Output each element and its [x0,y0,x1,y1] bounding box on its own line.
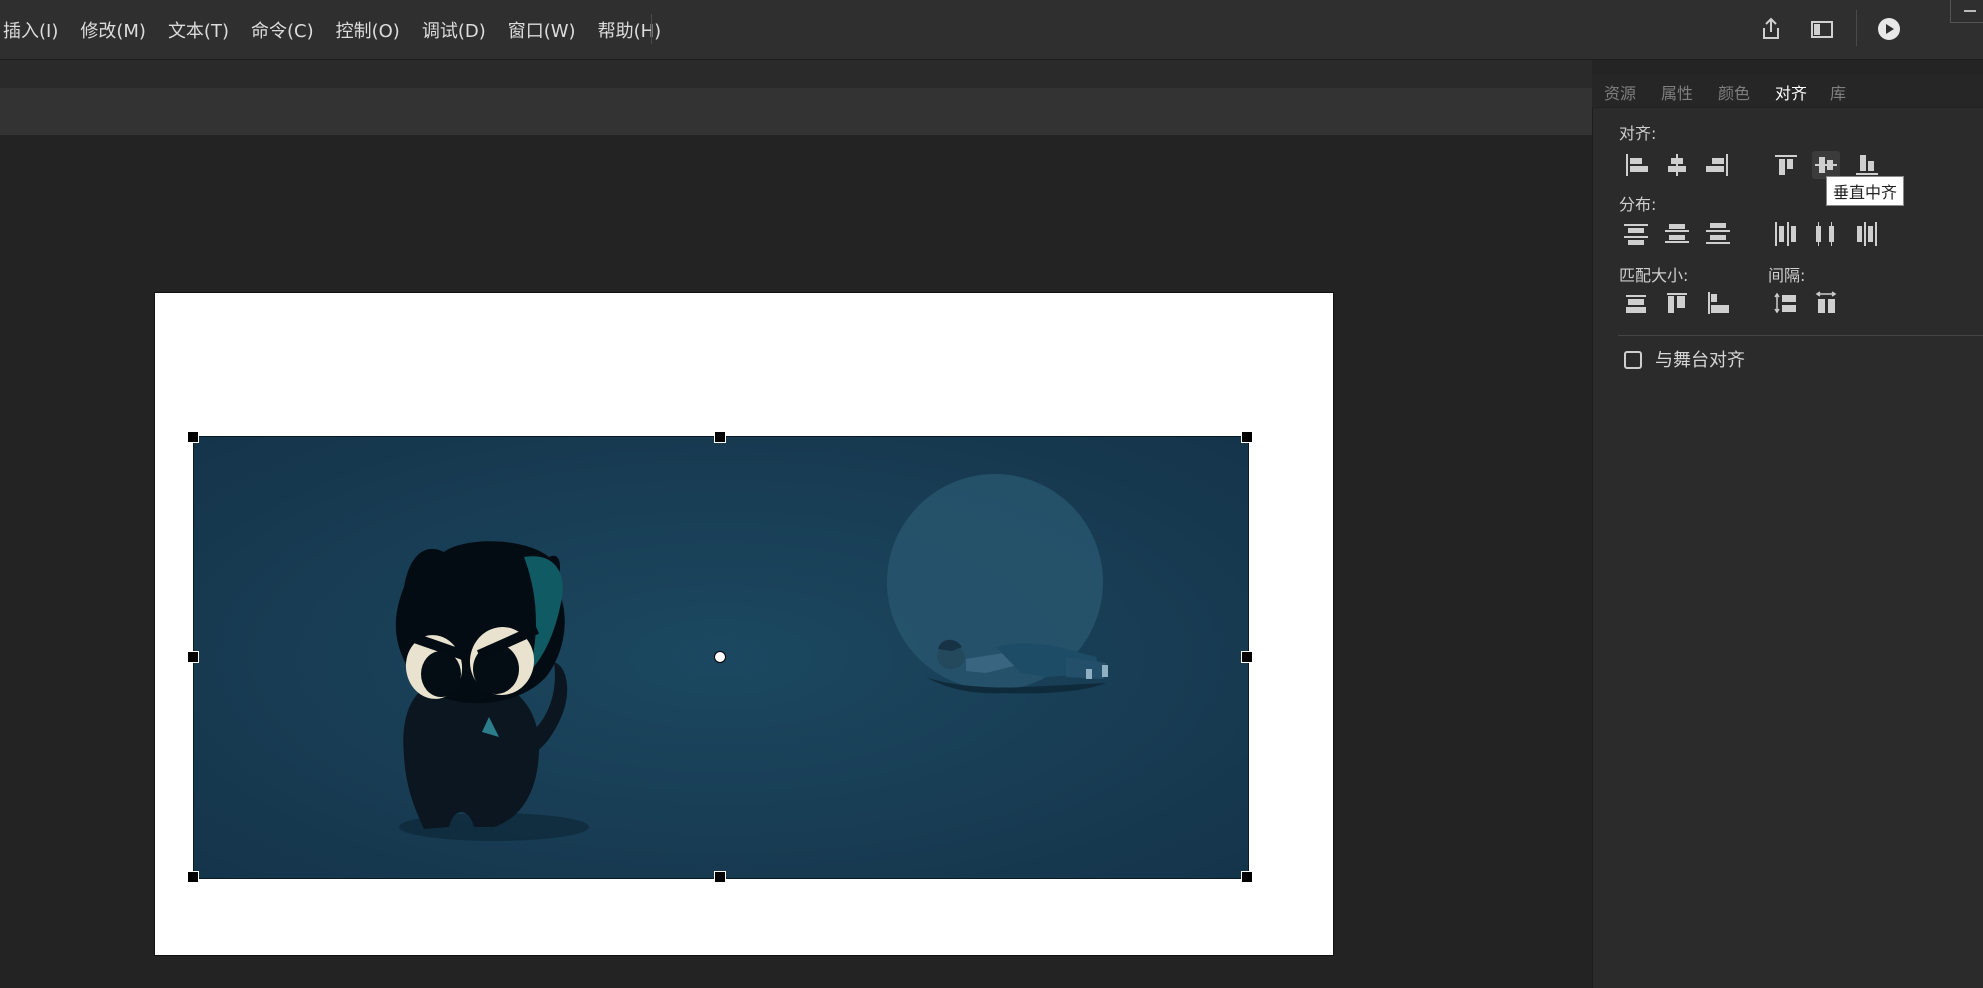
menu-help[interactable]: 帮助(H) [587,17,673,43]
tab-library[interactable]: 库 [1830,80,1846,104]
menu-command[interactable]: 命令(C) [240,17,325,43]
toolbar-separator [1856,10,1857,46]
distribute-left-icon[interactable] [1772,220,1800,248]
align-label: 对齐: [1619,124,1657,143]
distribute-label: 分布: [1619,195,1657,214]
menu-insert[interactable]: 插入(I) [0,17,69,43]
resize-handle-bottom-left[interactable] [187,871,199,883]
match-size-label: 匹配大小: [1619,266,1689,285]
edit-bar [0,88,1592,135]
space-vertical-icon[interactable] [1772,289,1800,317]
align-vertical-center-icon[interactable] [1812,151,1840,179]
menu-bar: 插入(I) 修改(M) 文本(T) 命令(C) 控制(O) 调试(D) 窗口(W… [0,0,1983,60]
match-width-height-icon[interactable] [1704,289,1732,317]
align-right-icon[interactable] [1704,151,1732,179]
distribute-right-icon[interactable] [1853,220,1881,248]
panel-divider [1618,335,1983,336]
distribute-horizontal-center-icon[interactable] [1812,220,1840,248]
align-to-stage-checkbox[interactable] [1624,351,1642,369]
menu-separator [651,14,652,44]
layout-icon[interactable] [1807,14,1837,44]
distribute-top-icon[interactable] [1622,220,1650,248]
distribute-vertical-center-icon[interactable] [1663,220,1691,248]
tab-properties[interactable]: 属性 [1661,80,1693,104]
resize-handle-right[interactable] [1241,651,1253,663]
align-left-icon[interactable] [1622,151,1650,179]
minimize-button[interactable] [1950,0,1983,23]
resize-handle-top-left[interactable] [187,431,199,443]
menu-debug[interactable]: 调试(D) [411,17,497,43]
align-to-stage-label[interactable]: 与舞台对齐 [1655,346,1745,372]
menu-text[interactable]: 文本(T) [157,17,240,43]
share-icon[interactable] [1756,14,1786,44]
match-width-icon[interactable] [1622,289,1650,317]
match-height-icon[interactable] [1663,289,1691,317]
menu-control[interactable]: 控制(O) [325,17,411,43]
resize-handle-left[interactable] [187,651,199,663]
tab-underline [1592,107,1983,108]
align-horizontal-center-icon[interactable] [1663,151,1691,179]
transform-center-point[interactable] [714,651,726,663]
play-icon[interactable] [1874,14,1904,44]
panel-tabs: 资源 属性 颜色 对齐 库 [1592,75,1983,107]
menu-modify[interactable]: 修改(M) [69,17,157,43]
resize-handle-top-right[interactable] [1241,431,1253,443]
tab-assets[interactable]: 资源 [1604,80,1636,104]
tab-align[interactable]: 对齐 [1775,80,1807,104]
menu-items: 插入(I) 修改(M) 文本(T) 命令(C) 控制(O) 调试(D) 窗口(W… [0,17,672,43]
resize-handle-bottom[interactable] [714,871,726,883]
resize-handle-bottom-right[interactable] [1241,871,1253,883]
menu-window[interactable]: 窗口(W) [497,17,587,43]
spacing-label: 间隔: [1768,266,1806,285]
space-horizontal-icon[interactable] [1812,289,1840,317]
tooltip: 垂直中齐 [1826,176,1905,206]
align-bottom-icon[interactable] [1853,151,1881,179]
tab-color[interactable]: 颜色 [1718,80,1750,104]
timeline-strip [0,60,1592,88]
align-top-icon[interactable] [1772,151,1800,179]
distribute-bottom-icon[interactable] [1704,220,1732,248]
resize-handle-top[interactable] [714,431,726,443]
